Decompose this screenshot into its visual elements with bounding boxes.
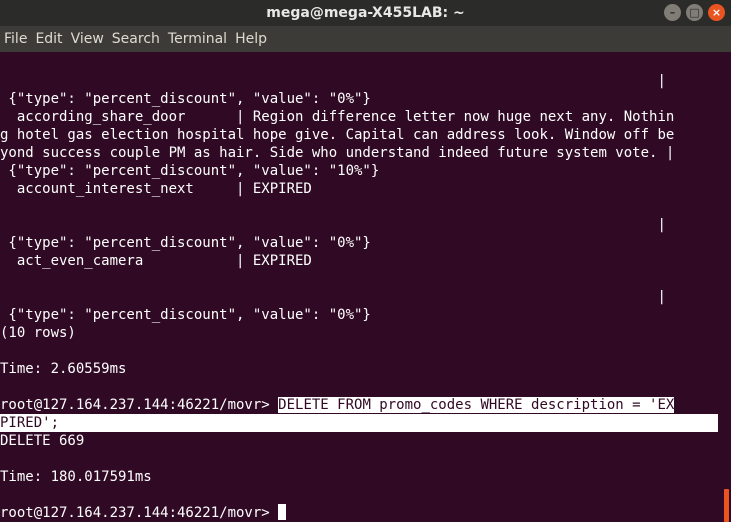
menu-edit[interactable]: Edit (31, 31, 66, 47)
output-line: {"type": "percent_discount", "value": "1… (0, 163, 380, 179)
output-line: | (0, 73, 666, 89)
output-line: {"type": "percent_discount", "value": "0… (0, 235, 371, 251)
window-controls: – □ × (664, 4, 725, 21)
terminal-window: mega@mega-X455LAB: ~ – □ × File Edit Vie… (0, 0, 731, 522)
output-line: DELETE 669 (0, 433, 85, 449)
selected-command[interactable]: DELETE FROM promo_codes WHERE descriptio… (278, 397, 675, 413)
selected-command-wrap[interactable]: PIRED'; (0, 414, 718, 432)
output-line: yond success couple PM as hair. Side who… (0, 145, 675, 161)
shell-prompt: root@127.164.237.144:46221/movr> (0, 397, 279, 413)
output-line: g hotel gas election hospital hope give.… (0, 127, 675, 143)
title-bar[interactable]: mega@mega-X455LAB: ~ – □ × (0, 0, 731, 26)
menu-terminal[interactable]: Terminal (164, 31, 231, 47)
minimize-button[interactable]: – (664, 4, 681, 21)
menu-help[interactable]: Help (231, 31, 271, 47)
terminal-output[interactable]: | {"type": "percent_discount", "value": … (0, 52, 718, 522)
output-line: {"type": "percent_discount", "value": "0… (0, 307, 371, 323)
output-line: Time: 180.017591ms (0, 469, 152, 485)
output-line: account_interest_next | EXPIRED (0, 181, 312, 197)
command-line: root@127.164.237.144:46221/movr> DELETE … (0, 396, 675, 414)
menu-file[interactable]: File (0, 31, 31, 47)
output-line: (10 rows) (0, 325, 76, 341)
text-cursor (278, 504, 287, 520)
output-line: {"type": "percent_discount", "value": "0… (0, 91, 371, 107)
current-prompt-line[interactable]: root@127.164.237.144:46221/movr> (0, 504, 287, 522)
output-line: | (0, 217, 666, 233)
output-line: | (0, 289, 666, 305)
output-line: act_even_camera | EXPIRED (0, 253, 312, 269)
maximize-button[interactable]: □ (686, 4, 703, 21)
command-line-wrap: PIRED'; (0, 414, 718, 432)
shell-prompt: root@127.164.237.144:46221/movr> (0, 505, 279, 521)
output-line: according_share_door | Region difference… (0, 109, 675, 125)
menu-bar: File Edit View Search Terminal Help (0, 26, 731, 52)
menu-view[interactable]: View (67, 31, 108, 47)
menu-search[interactable]: Search (108, 31, 164, 47)
scrollbar[interactable] (718, 52, 731, 522)
scrollbar-thumb[interactable] (724, 489, 729, 522)
window-title: mega@mega-X455LAB: ~ (266, 5, 465, 21)
output-line: Time: 2.60559ms (0, 361, 127, 377)
close-button[interactable]: × (708, 4, 725, 21)
